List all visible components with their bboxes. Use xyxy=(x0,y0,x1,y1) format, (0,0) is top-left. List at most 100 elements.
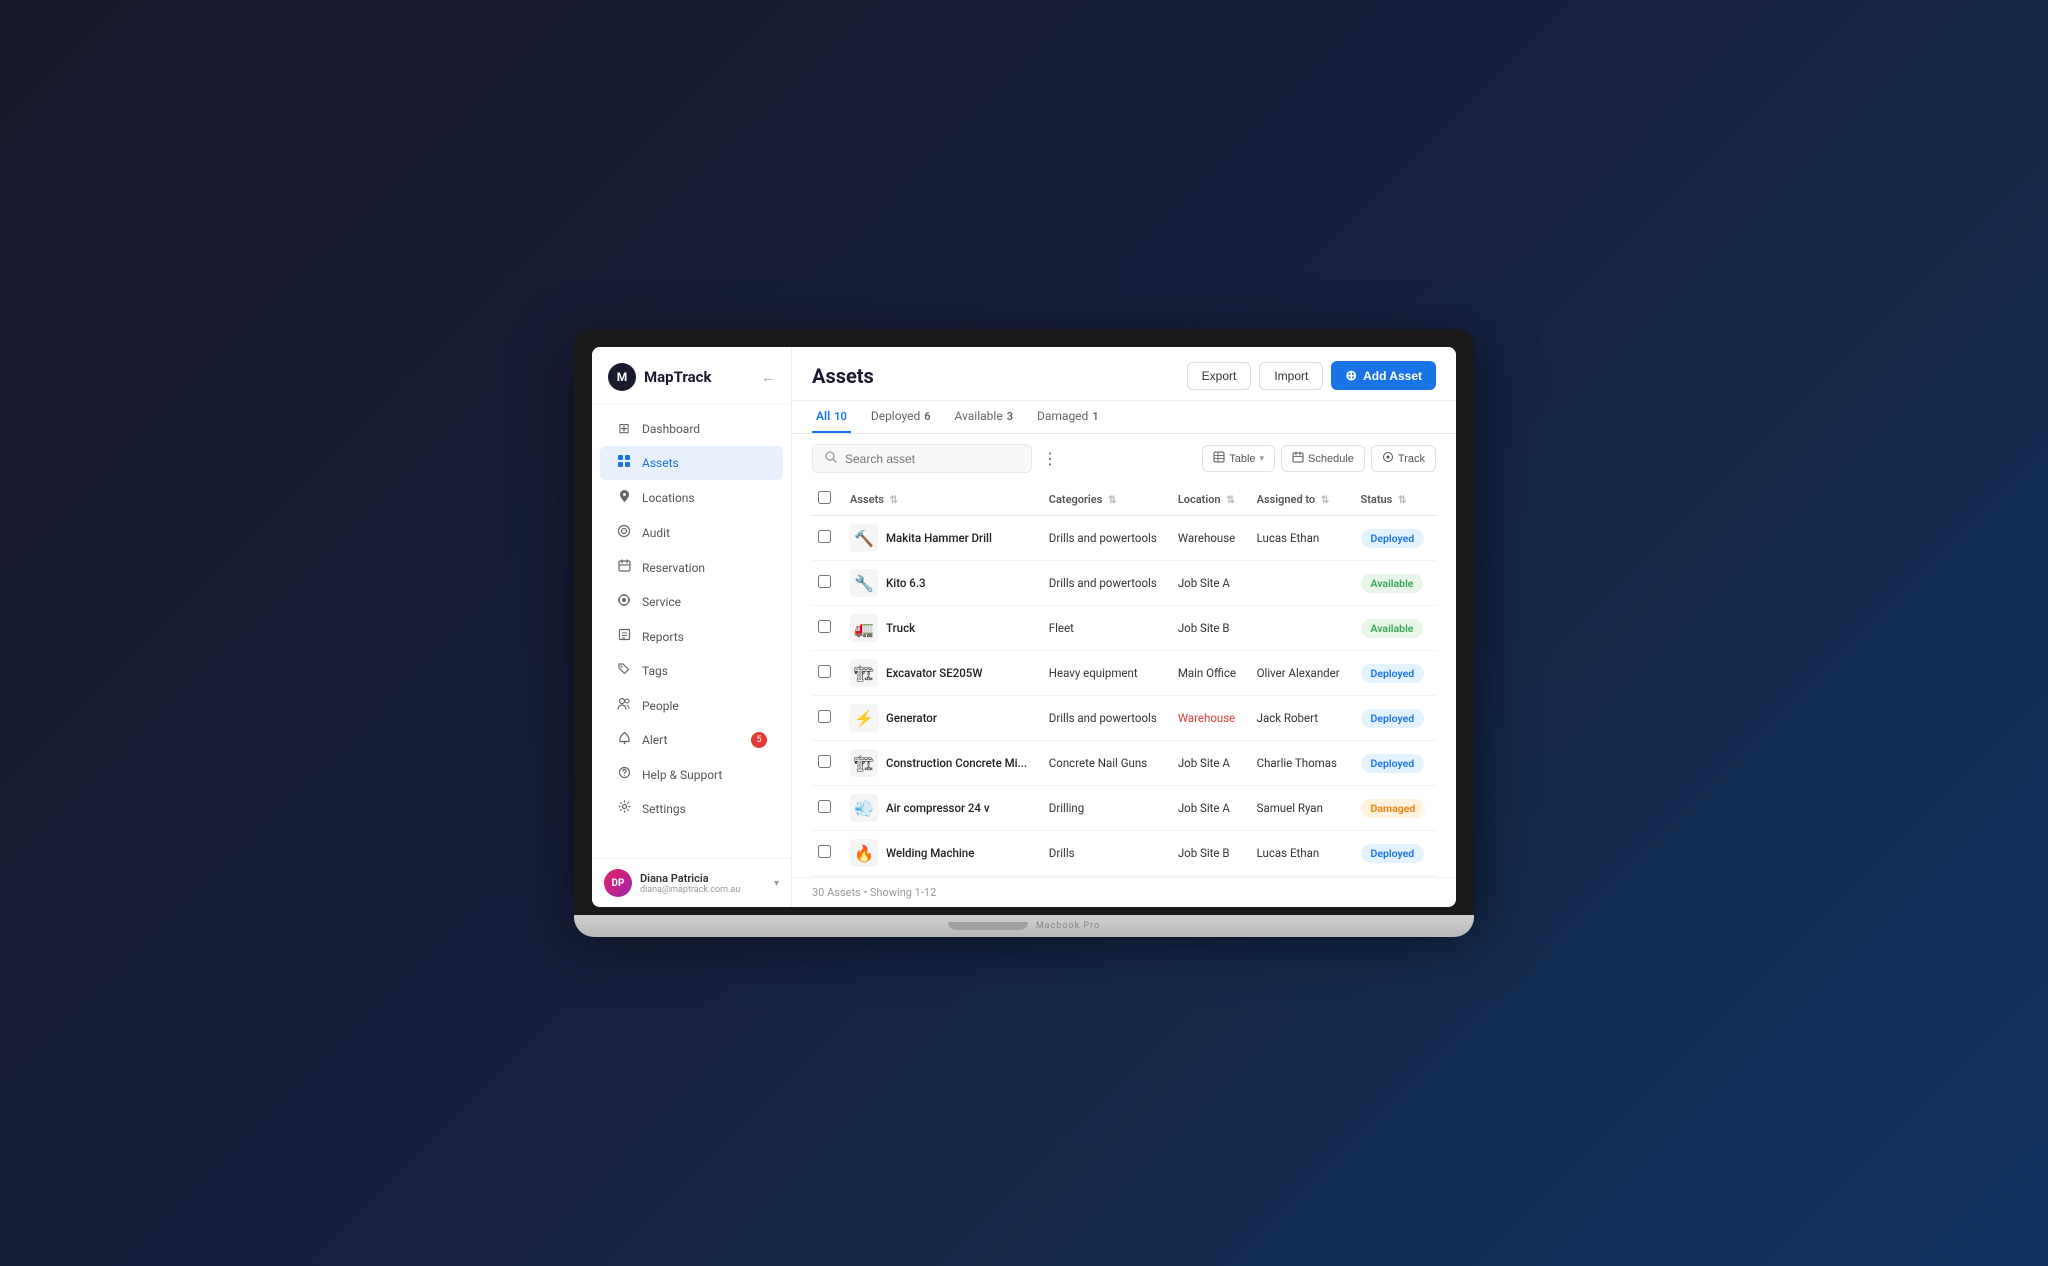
status-badge: Damaged xyxy=(1361,799,1426,818)
sidebar-item-help[interactable]: Help & Support xyxy=(600,758,783,791)
row-checkbox[interactable] xyxy=(818,665,831,678)
asset-assigned: Jack Robert xyxy=(1247,696,1351,741)
alert-badge: 5 xyxy=(751,732,767,748)
table-container: Assets ⇅ Categories ⇅ Location ⇅ xyxy=(792,483,1456,877)
sidebar-item-audit[interactable]: Audit xyxy=(600,516,783,550)
sidebar-item-service[interactable]: Service xyxy=(600,585,783,619)
asset-location: Main Office xyxy=(1168,651,1247,696)
sidebar-item-label: Audit xyxy=(642,526,670,540)
sidebar-item-label: Reports xyxy=(642,630,684,644)
tab-damaged[interactable]: Damaged 1 xyxy=(1033,401,1103,433)
sort-icon: ⇅ xyxy=(890,495,898,506)
search-input[interactable] xyxy=(845,452,1019,466)
track-view-button[interactable]: Track xyxy=(1371,445,1436,472)
reservation-icon xyxy=(616,559,632,576)
asset-assigned: Oliver Alexander xyxy=(1247,651,1351,696)
export-button[interactable]: Export xyxy=(1187,362,1252,390)
audit-icon xyxy=(616,524,632,542)
app-name: MapTrack xyxy=(644,368,712,386)
table-row: 🏗 Excavator SE205W Heavy equipment Main … xyxy=(812,651,1436,696)
asset-name: Makita Hammer Drill xyxy=(886,531,992,545)
plus-icon: ⊕ xyxy=(1345,367,1357,384)
sidebar-item-label: Service xyxy=(642,595,681,609)
sort-icon: ⇅ xyxy=(1226,495,1234,506)
sidebar-item-assets[interactable]: Assets xyxy=(600,446,783,480)
import-button[interactable]: Import xyxy=(1259,362,1323,390)
sidebar-item-label: Settings xyxy=(642,802,686,816)
sidebar-item-locations[interactable]: Locations xyxy=(600,481,783,515)
asset-name: Air compressor 24 v xyxy=(886,801,990,815)
schedule-icon xyxy=(1292,451,1304,466)
sidebar-item-reports[interactable]: Reports xyxy=(600,620,783,653)
asset-location: Job Site B xyxy=(1168,606,1247,651)
service-icon xyxy=(616,593,632,611)
asset-cell: 🏗 Excavator SE205W xyxy=(850,659,1029,687)
status-badge: Deployed xyxy=(1361,529,1425,548)
sidebar-item-tags[interactable]: Tags xyxy=(600,654,783,688)
laptop-screen: M MapTrack ← ⊞ Dashboard xyxy=(592,347,1456,907)
select-all-checkbox[interactable] xyxy=(818,491,831,504)
col-header-status[interactable]: Status ⇅ xyxy=(1351,483,1437,516)
sidebar-item-alert[interactable]: Alert 5 xyxy=(600,723,783,757)
table-header-row: Assets ⇅ Categories ⇅ Location ⇅ xyxy=(812,483,1436,516)
row-checkbox[interactable] xyxy=(818,575,831,588)
row-checkbox[interactable] xyxy=(818,755,831,768)
row-checkbox[interactable] xyxy=(818,710,831,723)
header-actions: Export Import ⊕ Add Asset xyxy=(1187,361,1436,390)
sidebar-item-settings[interactable]: Settings xyxy=(600,792,783,825)
sidebar-item-people[interactable]: People xyxy=(600,689,783,722)
asset-status: Deployed xyxy=(1351,696,1437,741)
page-header: Assets Export Import ⊕ Add Asset xyxy=(792,347,1456,401)
more-options-icon[interactable]: ⋮ xyxy=(1042,449,1058,468)
table-view-button[interactable]: Table ▾ xyxy=(1202,445,1275,472)
add-asset-button[interactable]: ⊕ Add Asset xyxy=(1331,361,1436,390)
user-profile[interactable]: DP Diana Patricia diana@maptrack.com.au … xyxy=(592,858,791,907)
table-row: ⚡ Generator Drills and powertools Wareho… xyxy=(812,696,1436,741)
dashboard-icon: ⊞ xyxy=(616,421,632,437)
sidebar-item-label: Reservation xyxy=(642,561,705,575)
macbook-label: Macbook Pro xyxy=(1036,921,1100,931)
search-icon xyxy=(825,451,837,466)
asset-status: Deployed xyxy=(1351,831,1437,876)
row-checkbox[interactable] xyxy=(818,530,831,543)
asset-assigned: Charlie Thomas xyxy=(1247,741,1351,786)
asset-name: Welding Machine xyxy=(886,846,974,860)
col-header-location[interactable]: Location ⇅ xyxy=(1168,483,1247,516)
laptop-notch xyxy=(948,922,1028,930)
tabs-bar: All 10 Deployed 6 Available 3 Damaged 1 xyxy=(792,401,1456,434)
screen-bezel: M MapTrack ← ⊞ Dashboard xyxy=(574,329,1474,915)
chevron-down-icon[interactable]: ▾ xyxy=(774,878,779,889)
row-checkbox[interactable] xyxy=(818,620,831,633)
table-row: 💨 Air compressor 24 v Drilling Job Site … xyxy=(812,786,1436,831)
sidebar-item-dashboard[interactable]: ⊞ Dashboard xyxy=(600,413,783,445)
asset-status: Deployed xyxy=(1351,651,1437,696)
col-header-assigned[interactable]: Assigned to ⇅ xyxy=(1247,483,1351,516)
schedule-view-button[interactable]: Schedule xyxy=(1281,445,1365,472)
sidebar-item-label: Dashboard xyxy=(642,422,700,436)
col-header-categories[interactable]: Categories ⇅ xyxy=(1039,483,1168,516)
asset-name: Excavator SE205W xyxy=(886,666,982,680)
sort-icon: ⇅ xyxy=(1398,495,1406,506)
row-checkbox[interactable] xyxy=(818,845,831,858)
status-badge: Deployed xyxy=(1361,709,1425,728)
collapse-button[interactable]: ← xyxy=(761,369,775,386)
row-checkbox[interactable] xyxy=(818,800,831,813)
asset-icon: 🏗 xyxy=(850,659,878,687)
chevron-icon: ▾ xyxy=(1260,453,1265,464)
asset-icon: 🏗 xyxy=(850,749,878,777)
logo-icon: M xyxy=(608,363,636,391)
asset-icon: ⚡ xyxy=(850,704,878,732)
sidebar-item-label: Assets xyxy=(642,456,679,470)
sidebar-item-reservation[interactable]: Reservation xyxy=(600,551,783,584)
tab-deployed[interactable]: Deployed 6 xyxy=(867,401,935,433)
table-row: 🔥 Welding Machine Drills Job Site B Luca… xyxy=(812,831,1436,876)
reports-icon xyxy=(616,628,632,645)
col-header-assets[interactable]: Assets ⇅ xyxy=(840,483,1039,516)
tab-all[interactable]: All 10 xyxy=(812,401,851,433)
asset-category: Heavy equipment xyxy=(1039,651,1168,696)
table-row: 🔨 Makita Hammer Drill Drills and powerto… xyxy=(812,516,1436,561)
search-box xyxy=(812,444,1032,473)
status-badge: Deployed xyxy=(1361,664,1425,683)
tab-available[interactable]: Available 3 xyxy=(951,401,1017,433)
sidebar-logo: M MapTrack ← xyxy=(592,347,791,404)
